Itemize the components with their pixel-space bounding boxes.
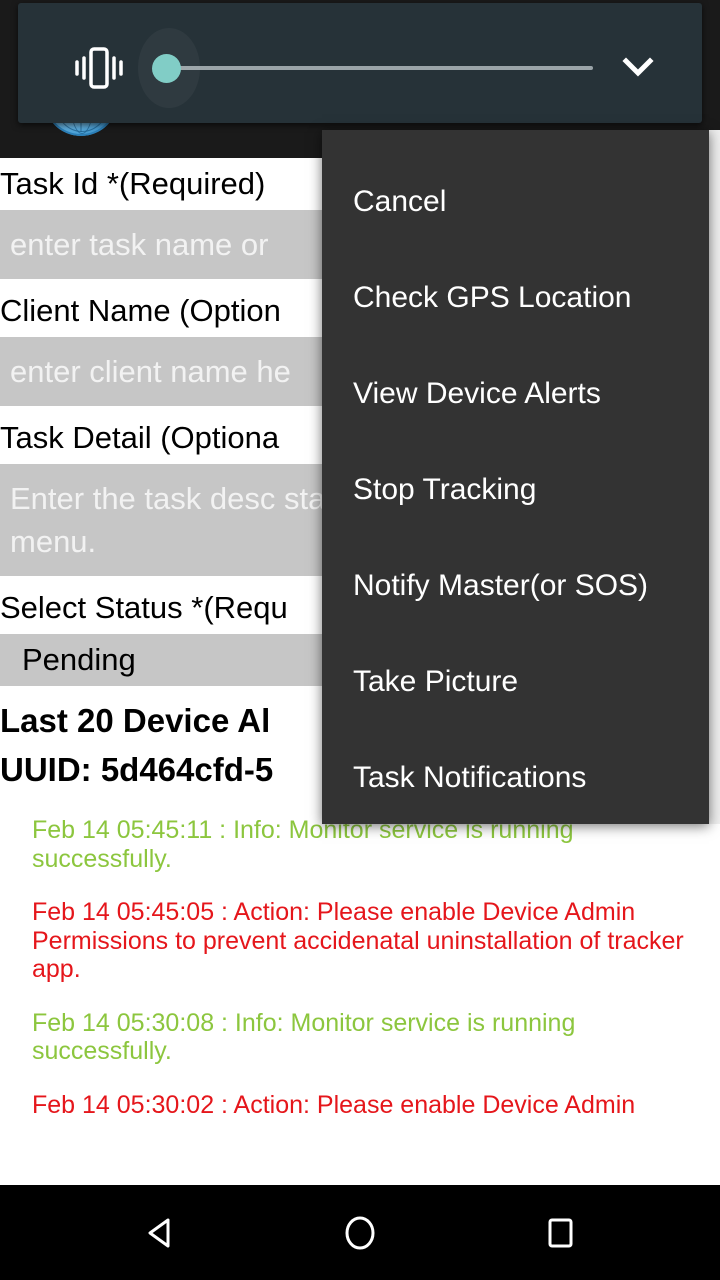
volume-slider[interactable] xyxy=(138,28,598,108)
menu-item-task-notifications[interactable]: Task Notifications xyxy=(322,730,709,824)
android-nav-bar xyxy=(0,1185,720,1280)
alert-item: Feb 14 05:45:11 : Info: Monitor service … xyxy=(32,816,574,873)
alert-item: Feb 14 05:45:05 : Action: Please enable … xyxy=(32,898,684,983)
menu-item-stop-tracking[interactable]: Stop Tracking xyxy=(322,442,709,538)
alerts-list: Feb 14 05:45:11 : Info: Monitor service … xyxy=(0,794,720,1119)
overflow-menu: Cancel Check GPS Location View Device Al… xyxy=(322,130,709,824)
recents-square-icon[interactable] xyxy=(490,1185,630,1280)
home-circle-icon[interactable] xyxy=(290,1185,430,1280)
phone-screen: Task Id *(Required) enter task name or C… xyxy=(0,0,720,1280)
vibrate-icon[interactable] xyxy=(73,47,125,89)
menu-item-check-gps-location[interactable]: Check GPS Location xyxy=(322,250,709,346)
menu-item-take-picture[interactable]: Take Picture xyxy=(322,634,709,730)
volume-slider-track xyxy=(168,66,593,70)
menu-item-view-device-alerts[interactable]: View Device Alerts xyxy=(322,346,709,442)
volume-panel xyxy=(18,3,702,123)
chevron-down-icon[interactable] xyxy=(616,47,660,87)
menu-item-cancel[interactable]: Cancel xyxy=(322,154,709,250)
alert-item: Feb 14 05:30:08 : Info: Monitor service … xyxy=(32,1008,576,1066)
back-triangle-icon[interactable] xyxy=(90,1185,230,1280)
volume-slider-thumb[interactable] xyxy=(152,54,181,83)
menu-item-notify-master[interactable]: Notify Master(or SOS) xyxy=(322,538,709,634)
menu-right-edge xyxy=(709,130,720,824)
alert-item: Feb 14 05:30:02 : Action: Please enable … xyxy=(32,1090,636,1119)
